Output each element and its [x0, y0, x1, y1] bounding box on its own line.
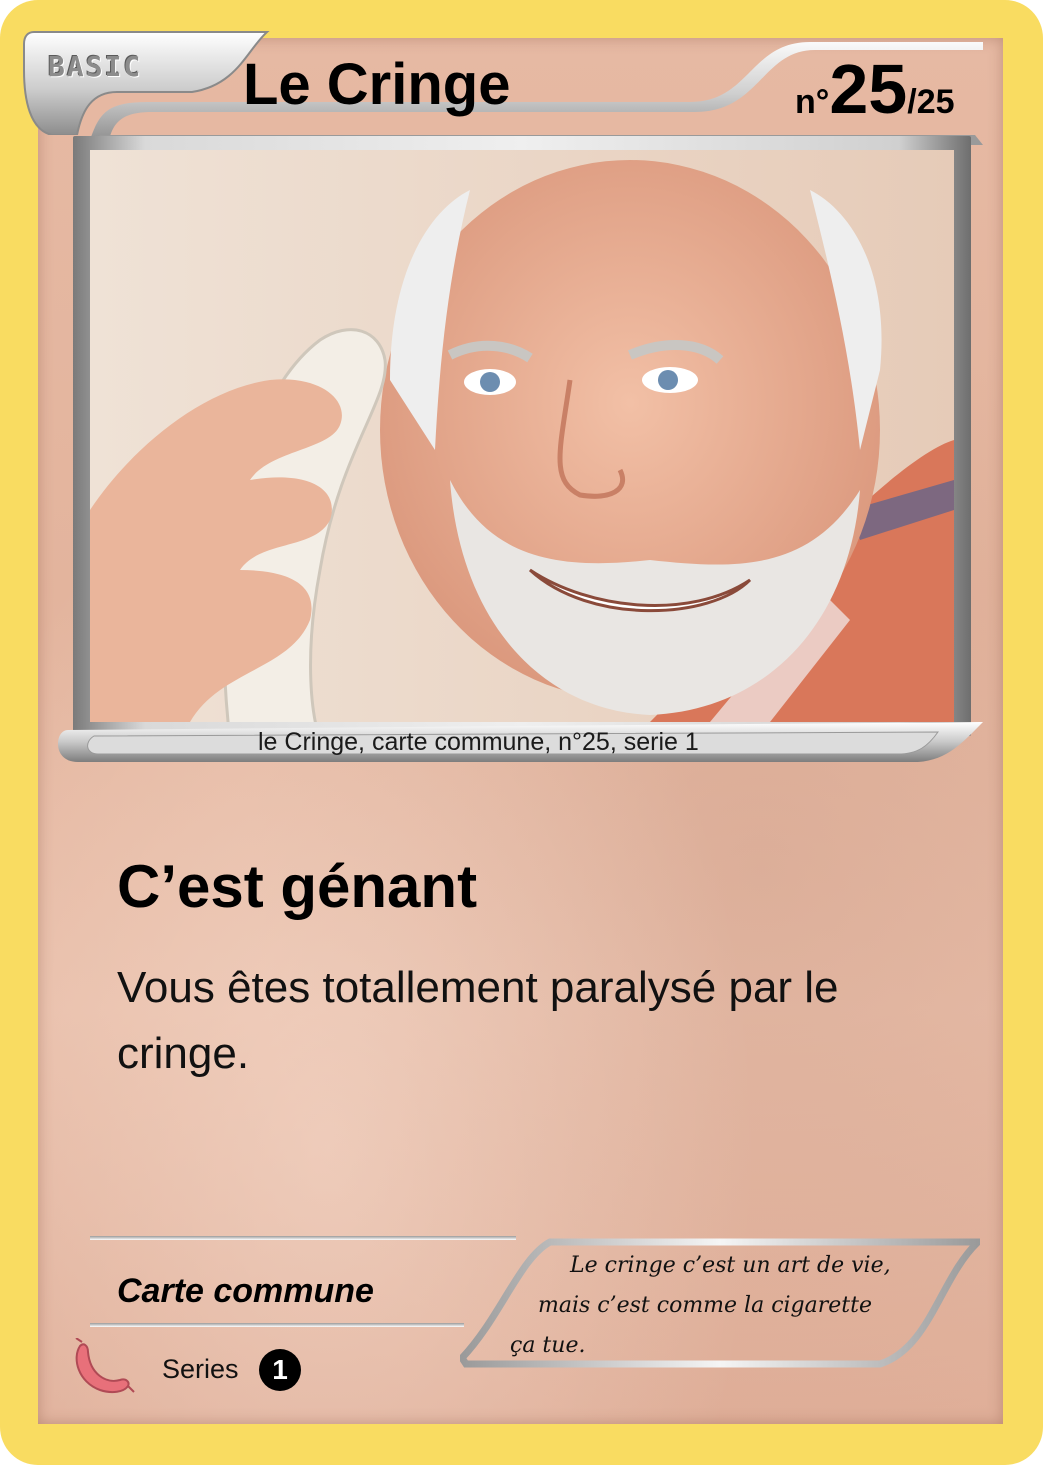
divider-top: [90, 1236, 516, 1240]
number-prefix: n°: [795, 83, 830, 121]
flavor-line-2: mais c’est comme la cigarette: [538, 1293, 872, 1318]
attack-name: C’est génant: [117, 853, 478, 920]
flavor-line-3: ça tue.: [510, 1333, 586, 1358]
divider-bottom: [90, 1323, 464, 1327]
flavor-text: Le cringe c’est un art de vie, mais c’es…: [500, 1246, 920, 1366]
card-photo: [90, 150, 954, 722]
attack-description: Vous êtes totallement paralysé par le cr…: [117, 963, 839, 1078]
photo-illustration: [90, 150, 954, 722]
number-total: /25: [907, 83, 955, 121]
series-number-badge: 1: [259, 1349, 301, 1391]
flavor-line-1: Le cringe c’est un art de vie,: [570, 1253, 891, 1278]
stage-label: BASIC: [48, 50, 143, 83]
pokemon-style-card: BASIC Le Cringe n°25/25 le Cringe, carte…: [0, 0, 1043, 1465]
card-number: n°25/25: [795, 54, 955, 124]
series-label: Series: [162, 1354, 239, 1384]
sausage-icon: [75, 1338, 135, 1394]
number-value: 25: [829, 50, 908, 128]
photo-caption: le Cringe, carte commune, n°25, serie 1: [258, 728, 699, 756]
card-title: Le Cringe: [243, 52, 511, 117]
rarity-label: Carte commune: [117, 1272, 374, 1310]
